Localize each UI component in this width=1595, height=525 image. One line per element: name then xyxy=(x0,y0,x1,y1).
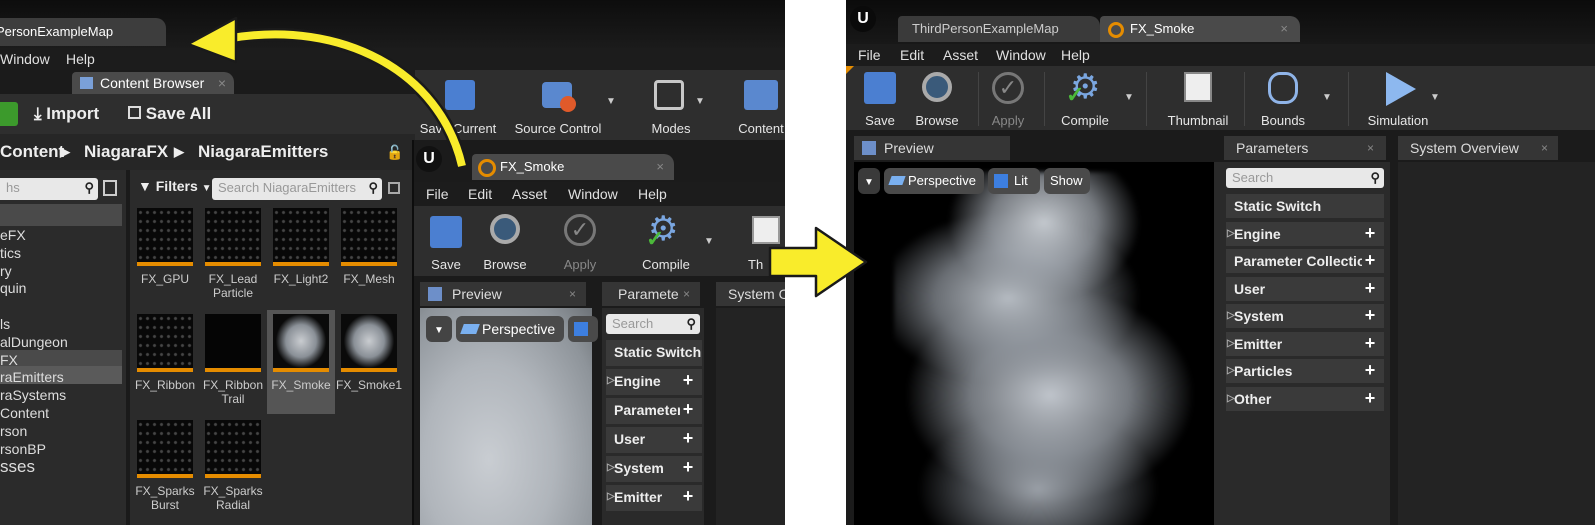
annotation-arrows xyxy=(186,16,868,298)
curved-arrow-fill xyxy=(231,30,466,167)
curved-arrow-head xyxy=(186,16,238,64)
right-arrow xyxy=(768,226,868,298)
